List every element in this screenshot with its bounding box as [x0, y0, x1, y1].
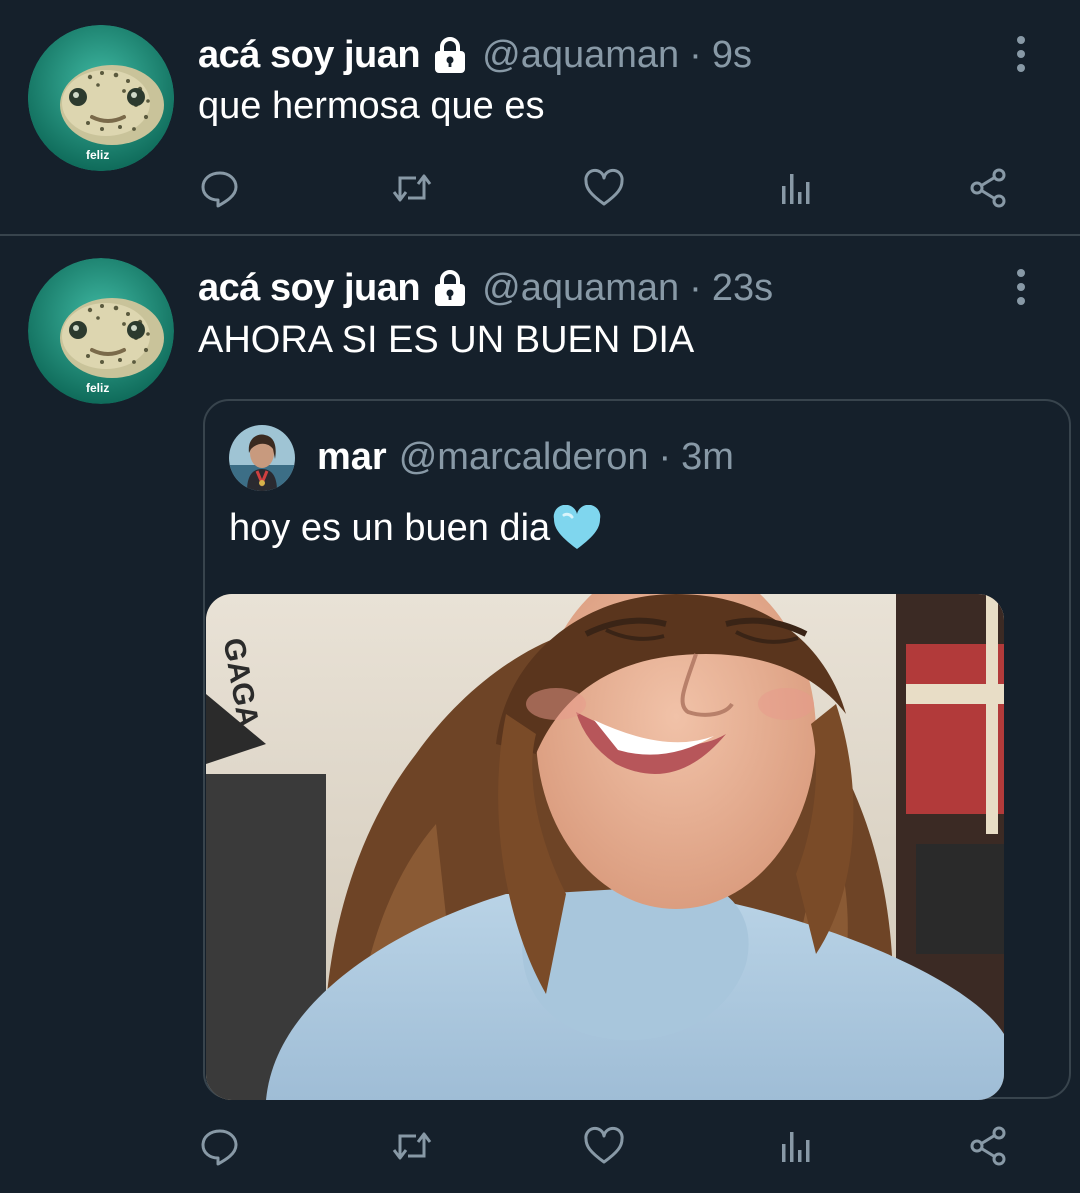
- tweet-header: acá soy juan @aquaman · 23s: [198, 263, 773, 313]
- separator: ·: [689, 34, 702, 76]
- handle[interactable]: @aquaman: [482, 30, 679, 80]
- quote-text-row: hoy es un buen dia: [229, 503, 602, 553]
- tweet-actions: [0, 1118, 1080, 1174]
- display-name[interactable]: acá soy juan: [198, 263, 421, 313]
- reply-icon[interactable]: [192, 160, 248, 216]
- lock-icon: [430, 268, 470, 308]
- reply-icon[interactable]: [192, 1118, 248, 1174]
- quote-separator: ·: [658, 436, 672, 478]
- avatar[interactable]: feliz: [28, 25, 174, 171]
- handle[interactable]: @aquaman: [482, 263, 679, 313]
- share-icon[interactable]: [960, 1118, 1016, 1174]
- share-icon[interactable]: [960, 160, 1016, 216]
- separator: ·: [689, 267, 702, 309]
- retweet-icon[interactable]: [384, 160, 440, 216]
- quote-timestamp[interactable]: 3m: [681, 431, 734, 483]
- avatar-caption: feliz: [86, 381, 109, 395]
- quote-handle[interactable]: @marcalderon: [399, 431, 649, 483]
- tweet-actions: [0, 160, 1080, 216]
- avatar[interactable]: feliz: [28, 258, 174, 404]
- retweet-icon[interactable]: [384, 1118, 440, 1174]
- quote-display-name[interactable]: mar: [317, 431, 387, 483]
- tweet-text: que hermosa que es: [198, 85, 545, 127]
- display-name[interactable]: acá soy juan: [198, 30, 421, 80]
- tweet[interactable]: feliz acá soy juan @aquaman · 9s que her…: [0, 0, 1080, 236]
- analytics-icon[interactable]: [768, 160, 824, 216]
- light-blue-heart-emoji: [552, 504, 602, 551]
- quote-header: mar @marcalderon · 3m: [317, 431, 734, 483]
- timestamp[interactable]: 9s: [712, 30, 752, 80]
- selfie-photo[interactable]: GAGA: [206, 594, 1004, 1100]
- more-vertical-icon[interactable]: [1010, 34, 1032, 74]
- like-icon[interactable]: [576, 1118, 632, 1174]
- tweet-header: acá soy juan @aquaman · 9s: [198, 30, 752, 80]
- quote-text: hoy es un buen dia: [229, 507, 551, 549]
- like-icon[interactable]: [576, 160, 632, 216]
- lock-icon: [430, 35, 470, 75]
- analytics-icon[interactable]: [768, 1118, 824, 1174]
- tweet-text: AHORA SI ES UN BUEN DIA: [198, 319, 695, 361]
- tweet[interactable]: feliz acá soy juan @aquaman · 23s AHORA …: [0, 236, 1080, 1193]
- more-vertical-icon[interactable]: [1010, 267, 1032, 307]
- quoted-tweet[interactable]: mar @marcalderon · 3m hoy es un buen dia: [203, 399, 1071, 1100]
- quote-avatar[interactable]: [229, 425, 295, 491]
- timestamp[interactable]: 23s: [712, 263, 773, 313]
